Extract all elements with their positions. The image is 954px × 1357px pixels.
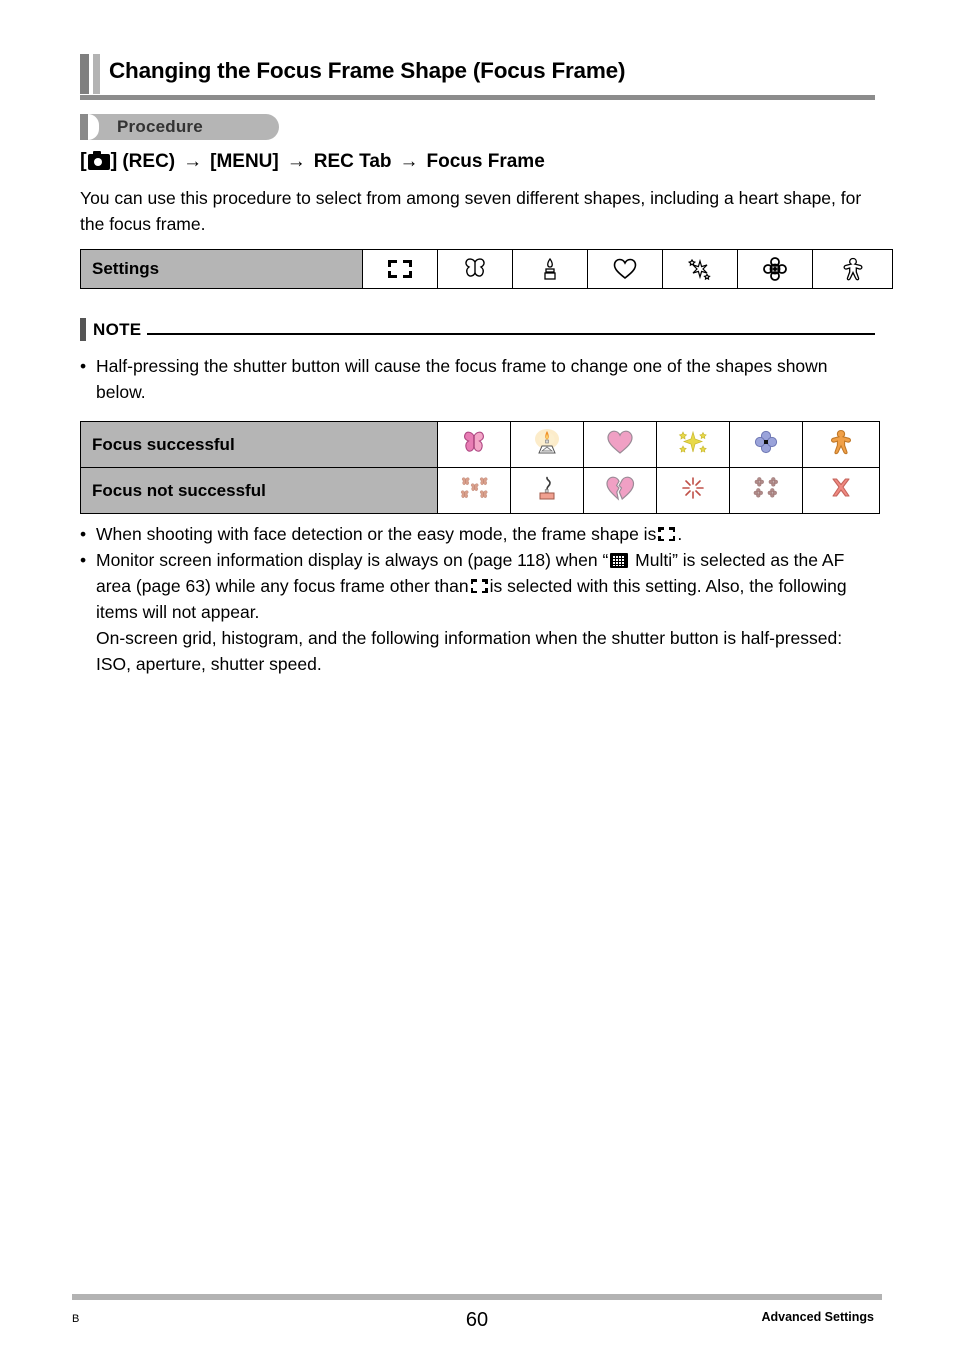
procedure-badge-pill: Procedure [88, 114, 279, 140]
butterfly-pink-icon[interactable] [437, 421, 511, 468]
heart-broken-icon[interactable] [583, 467, 657, 514]
footer-rule [72, 1294, 882, 1300]
bullet-dot: • [80, 550, 87, 570]
focus-frame-bracket-icon [658, 527, 676, 541]
lower-bullet-2-part-1: Monitor screen information display is al… [96, 550, 609, 570]
camera-bracket-close: ] [110, 150, 118, 172]
title-accent-bar-dark [80, 54, 89, 94]
menu-label: [MENU] [210, 150, 279, 172]
gingerbread-broken-icon[interactable] [802, 467, 880, 514]
candle-extinguished-icon[interactable] [510, 467, 584, 514]
lower-bullet-2-text: Monitor screen information display is al… [96, 547, 875, 677]
lower-bullet-2-part-4: On-screen grid, histogram, and the follo… [96, 628, 843, 674]
focus-successful-label: Focus successful [80, 421, 438, 468]
list-item: • Monitor screen information display is … [80, 547, 875, 677]
heart-pink-icon[interactable] [583, 421, 657, 468]
note-accent-bar [80, 318, 86, 341]
focus-frame-bracket-icon[interactable] [362, 249, 438, 289]
settings-table: Settings [80, 249, 893, 289]
procedure-badge-label: Procedure [117, 117, 203, 136]
table-row: Focus not successful [80, 467, 880, 514]
document-page: Changing the Focus Frame Shape (Focus Fr… [0, 0, 954, 1357]
rec-tab-label: REC Tab [313, 150, 392, 172]
gingerbread-outline-icon[interactable] [812, 249, 893, 289]
butterflies-scattered-icon[interactable] [437, 467, 511, 514]
procedure-badge: Procedure [80, 114, 279, 140]
heart-outline-icon[interactable] [587, 249, 663, 289]
lower-bullet-1-after: . [677, 524, 683, 544]
table-row: Focus successful [80, 421, 880, 468]
intro-paragraph: You can use this procedure to select fro… [80, 188, 862, 234]
settings-label-cell: Settings [80, 249, 363, 289]
note-label: NOTE [93, 319, 142, 339]
list-item: • When shooting with face detection or t… [80, 521, 875, 547]
arrow-icon-1: → [183, 150, 203, 172]
candle-outline-icon[interactable] [512, 249, 588, 289]
camera-bracket-open: [ [80, 150, 87, 172]
section-title-block: Changing the Focus Frame Shape (Focus Fr… [80, 54, 875, 100]
bullet-dot: • [80, 356, 87, 376]
flower-blue-icon[interactable] [729, 421, 803, 468]
sparkle-outline-icon[interactable] [662, 249, 738, 289]
sparkle-faded-icon[interactable] [656, 467, 730, 514]
focus-frame-label: Focus Frame [426, 150, 545, 172]
page-title: Changing the Focus Frame Shape (Focus Fr… [109, 58, 626, 83]
table-row: Settings [80, 249, 893, 289]
bullet-dot: • [80, 524, 87, 544]
title-underline-rule [80, 95, 875, 100]
note-rule [147, 332, 875, 335]
multi-af-grid-icon [610, 553, 629, 568]
procedure-path: [ ] (REC) → [MENU] → REC Tab → Focus Fra… [80, 150, 545, 173]
note-heading: NOTE [80, 318, 875, 341]
gingerbread-orange-icon[interactable] [802, 421, 880, 468]
flower-scattered-icon[interactable] [729, 467, 803, 514]
note-bullet-text: Half-pressing the shutter button will ca… [96, 356, 828, 402]
arrow-icon-3: → [399, 150, 419, 172]
procedure-badge-notch [88, 114, 99, 140]
candle-lit-icon[interactable] [510, 421, 584, 468]
rec-label: (REC) [122, 150, 176, 172]
focus-not-successful-label: Focus not successful [80, 467, 438, 514]
title-accent-bar-light [93, 54, 100, 94]
camera-icon [87, 150, 110, 170]
butterfly-outline-icon[interactable] [437, 249, 513, 289]
lower-bullet-1-before: When shooting with face detection or the… [96, 524, 657, 544]
sparkle-yellow-icon[interactable] [656, 421, 730, 468]
list-item: • Half-pressing the shutter button will … [80, 353, 875, 405]
focus-result-table: Focus successful Focus not successful [80, 421, 880, 514]
footer-chapter-label: Advanced Settings [761, 1310, 874, 1324]
flower-outline-icon[interactable] [737, 249, 813, 289]
arrow-icon-2: → [286, 150, 306, 172]
lower-bullet-1-text: When shooting with face detection or the… [96, 521, 875, 547]
focus-frame-bracket-icon [470, 579, 488, 593]
